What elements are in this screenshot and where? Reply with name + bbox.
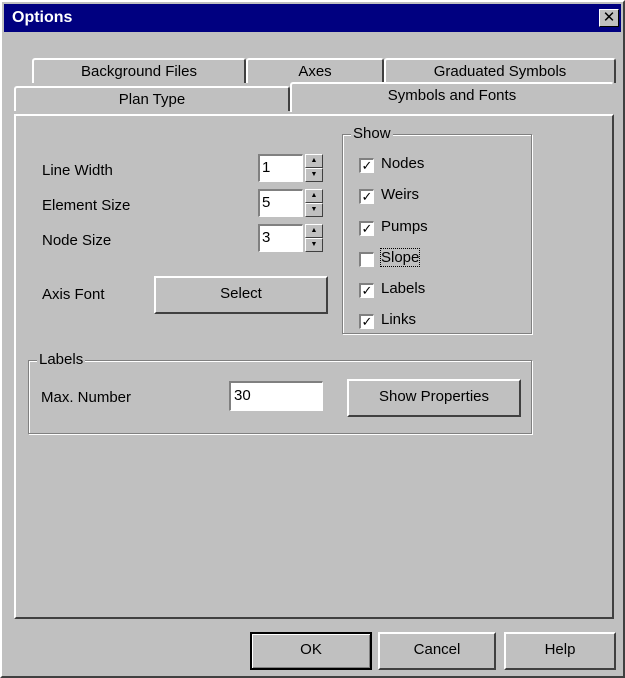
ok-button[interactable]: OK <box>250 632 372 670</box>
check-icon: ✓ <box>361 158 373 173</box>
check-icon: ✓ <box>361 221 373 236</box>
spin-up-button[interactable]: ▲ <box>305 154 323 168</box>
button-label: Show Properties <box>378 388 490 405</box>
spin-up-icon: ▲ <box>310 227 318 234</box>
checkbox-label: Pumps <box>381 218 428 235</box>
check-icon: ✓ <box>361 189 373 204</box>
help-button[interactable]: Help <box>504 632 616 670</box>
check-icon: ✓ <box>361 314 373 329</box>
tab-label: Background Files <box>81 63 197 80</box>
show-group: Show ✓ Nodes ✓ Weirs ✓ Pumps Slope ✓ Lab… <box>342 125 532 334</box>
tab-label: Axes <box>298 63 332 80</box>
tab-background-files[interactable]: Background Files <box>32 58 246 83</box>
tab-panel-symbols-and-fonts: Line Width 1 ▲ ▼ Element Size 5 ▲ ▼ Node… <box>14 114 614 619</box>
max-number-field[interactable]: 30 <box>229 381 323 411</box>
spin-up-button[interactable]: ▲ <box>305 189 323 203</box>
checkbox-label: Nodes <box>381 155 425 172</box>
tab-axes[interactable]: Axes <box>246 58 384 83</box>
line-width-field[interactable]: 1 <box>258 154 303 182</box>
tab-label: Plan Type <box>118 91 186 108</box>
close-button[interactable]: ✕ <box>599 9 619 27</box>
max-number-label: Max. Number <box>41 389 132 406</box>
tab-plan-type[interactable]: Plan Type <box>14 86 290 111</box>
checkbox-box[interactable]: ✓ <box>359 189 374 204</box>
element-size-spinner: 5 ▲ ▼ <box>258 189 330 217</box>
node-size-label: Node Size <box>42 232 112 249</box>
window-title: Options <box>12 9 73 26</box>
spin-down-button[interactable]: ▼ <box>305 238 323 252</box>
checkbox-label: Weirs <box>381 186 420 203</box>
cancel-button[interactable]: Cancel <box>378 632 496 670</box>
tab-graduated-symbols[interactable]: Graduated Symbols <box>384 58 616 83</box>
spin-down-button[interactable]: ▼ <box>305 203 323 217</box>
spin-up-button[interactable]: ▲ <box>305 224 323 238</box>
labels-group-title: Labels <box>37 351 86 368</box>
labels-group: Labels Max. Number 30 Show Properties <box>28 351 532 434</box>
checkbox-label: Slope <box>379 248 421 267</box>
checkbox-box[interactable] <box>359 252 374 267</box>
tab-label: Graduated Symbols <box>433 63 567 80</box>
element-size-field[interactable]: 5 <box>258 189 303 217</box>
button-label: Select <box>220 285 262 302</box>
select-font-button[interactable]: Select <box>154 276 328 314</box>
node-size-spinner: 3 ▲ ▼ <box>258 224 330 252</box>
tab-symbols-and-fonts[interactable]: Symbols and Fonts <box>290 82 614 112</box>
checkbox-box[interactable]: ✓ <box>359 221 374 236</box>
spin-up-icon: ▲ <box>310 192 318 199</box>
button-label: Cancel <box>413 641 461 658</box>
node-size-field[interactable]: 3 <box>258 224 303 252</box>
line-width-spinner: 1 ▲ ▼ <box>258 154 330 182</box>
title-bar: Options ✕ <box>4 4 621 32</box>
close-icon: ✕ <box>602 9 616 26</box>
show-properties-button[interactable]: Show Properties <box>347 379 521 417</box>
axis-font-label: Axis Font <box>42 286 105 303</box>
line-width-label: Line Width <box>42 162 113 179</box>
checkbox-box[interactable]: ✓ <box>359 283 374 298</box>
show-group-title: Show <box>351 125 393 142</box>
checkbox-box[interactable]: ✓ <box>359 158 374 173</box>
button-label: Help <box>544 641 576 658</box>
checkbox-label: Links <box>381 311 417 328</box>
tab-label: Symbols and Fonts <box>387 87 517 104</box>
checkbox-box[interactable]: ✓ <box>359 314 374 329</box>
spin-up-icon: ▲ <box>310 157 318 164</box>
button-label: OK <box>300 641 322 658</box>
spin-down-icon: ▼ <box>310 206 318 213</box>
check-icon: ✓ <box>361 283 373 298</box>
spin-down-button[interactable]: ▼ <box>305 168 323 182</box>
checkbox-label: Labels <box>381 280 426 297</box>
spin-down-icon: ▼ <box>310 171 318 178</box>
options-dialog: Options ✕ Background Files Axes Graduate… <box>0 0 625 678</box>
spin-down-icon: ▼ <box>310 241 318 248</box>
element-size-label: Element Size <box>42 197 131 214</box>
